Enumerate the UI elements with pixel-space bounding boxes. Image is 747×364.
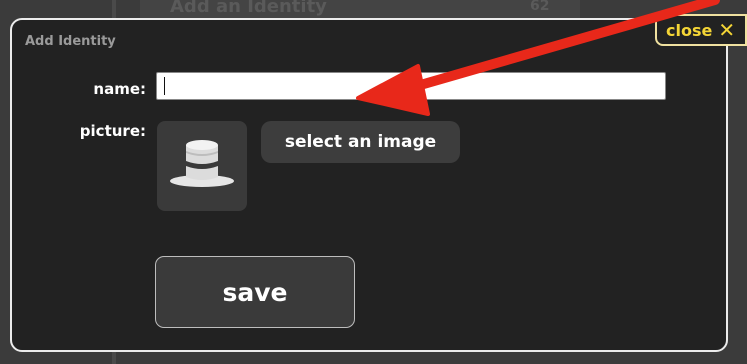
close-button[interactable]: close ✕ [655, 14, 747, 46]
close-label: close [666, 20, 713, 40]
background-ghost-title: Add an Identity [170, 0, 327, 17]
picture-label: picture: [79, 122, 146, 140]
picture-tile[interactable] [157, 121, 247, 211]
top-hat-icon [170, 140, 234, 187]
add-identity-dialog [10, 18, 728, 352]
dialog-title: Add Identity [25, 34, 116, 49]
background-ghost-count: 62 [530, 0, 550, 14]
name-label: name: [93, 80, 146, 98]
select-image-button[interactable]: select an image [261, 121, 460, 163]
name-input[interactable] [156, 72, 666, 100]
save-button[interactable]: save [155, 256, 355, 328]
text-caret [164, 77, 165, 95]
close-x-icon: ✕ [718, 18, 736, 42]
